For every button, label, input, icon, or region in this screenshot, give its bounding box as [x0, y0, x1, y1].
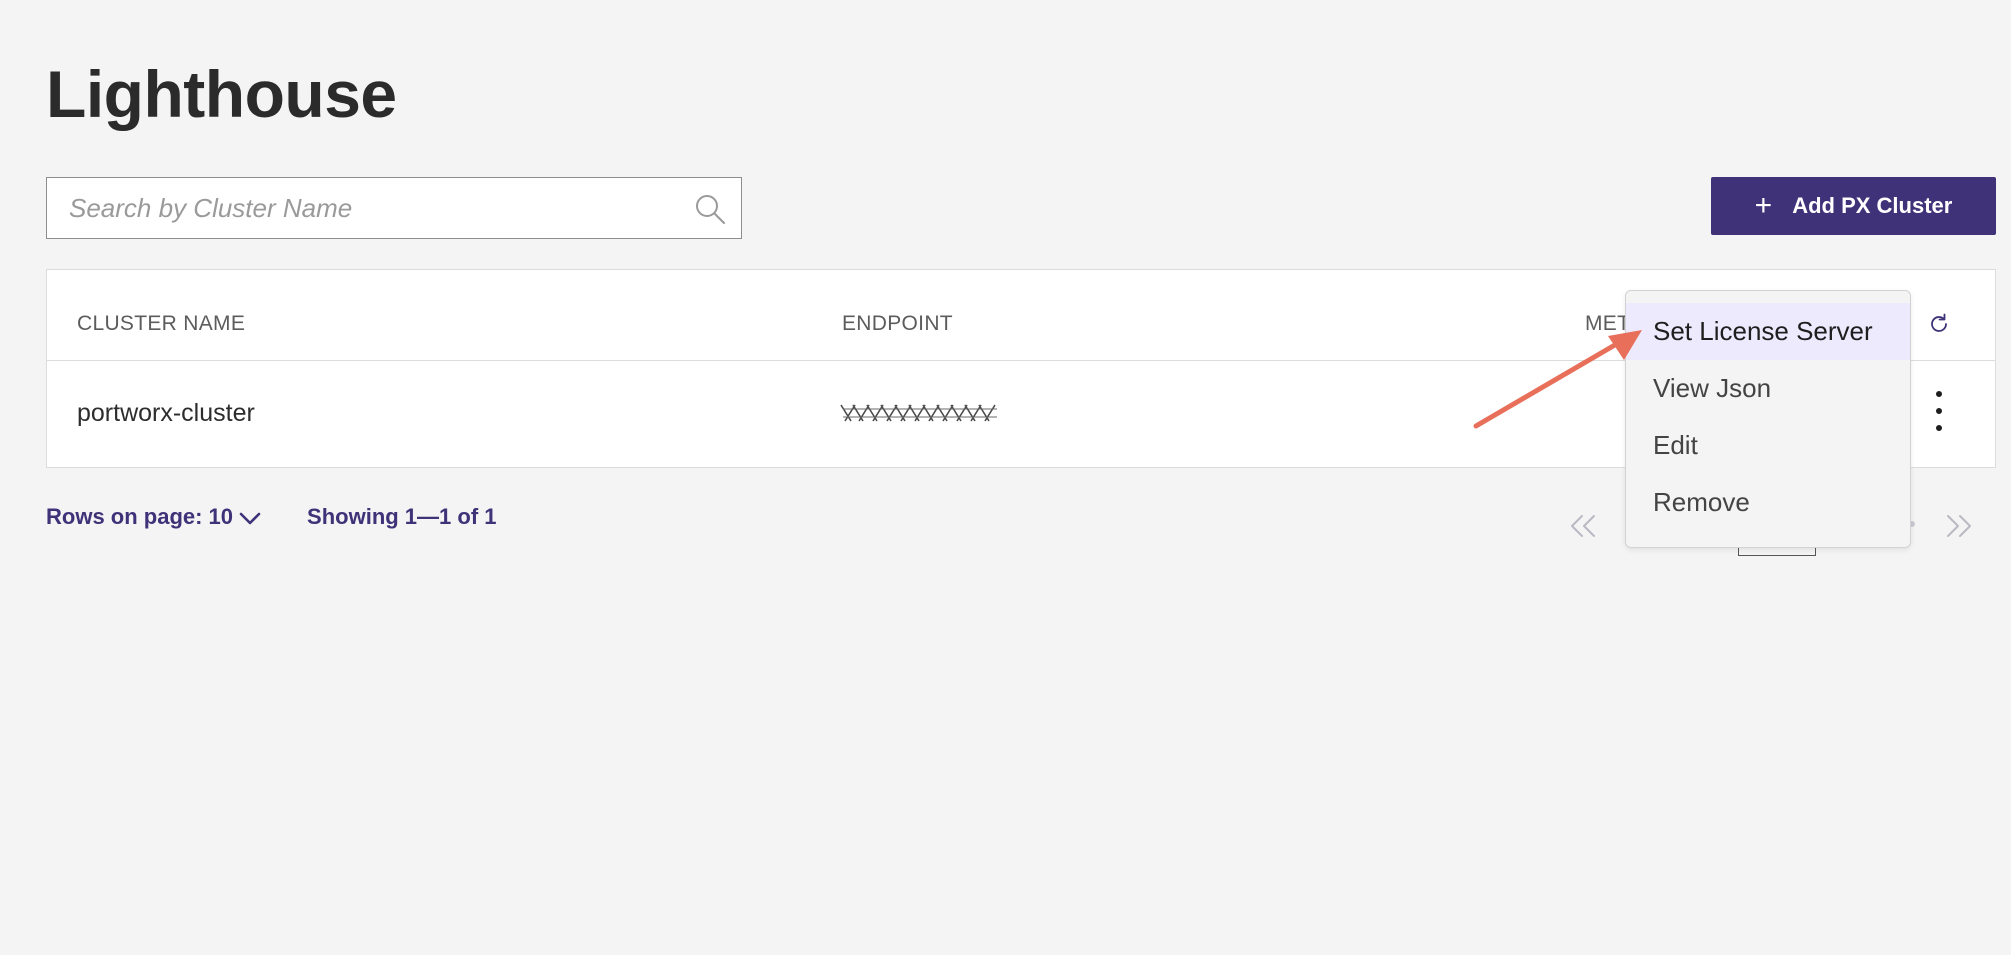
column-header-metrics[interactable]: MET [1585, 312, 1630, 336]
page-title: Lighthouse [46, 57, 397, 131]
rows-per-page-label: Rows on page: 10 [46, 504, 234, 529]
pagination-left: Rows on page: 10 Showing 1—1 of 1 [46, 504, 497, 530]
search-box [46, 177, 742, 239]
rows-per-page-select[interactable]: Rows on page: 10 [46, 504, 261, 530]
menu-item-set-license-server[interactable]: Set License Server [1626, 303, 1910, 360]
refresh-icon[interactable] [1927, 312, 1951, 336]
row-actions-menu: Set License Server View Json Edit Remove [1625, 290, 1911, 548]
add-px-cluster-label: Add PX Cluster [1792, 193, 1953, 218]
cluster-name-cell: portworx-cluster [77, 399, 255, 427]
first-page-icon[interactable] [1568, 513, 1598, 539]
add-px-cluster-button[interactable]: + Add PX Cluster [1711, 177, 1996, 235]
row-actions-kebab-icon[interactable] [1927, 391, 1951, 431]
menu-item-remove[interactable]: Remove [1626, 474, 1910, 531]
column-header-cluster-name[interactable]: CLUSTER NAME [77, 312, 245, 336]
plus-icon: + [1754, 189, 1773, 222]
redacted-endpoint [840, 404, 997, 422]
page: Lighthouse + Add PX Cluster CLUSTER NAME… [0, 0, 2011, 955]
search-icon[interactable] [693, 192, 727, 226]
menu-item-view-json[interactable]: View Json [1626, 360, 1910, 417]
chevron-down-icon [239, 512, 261, 525]
last-page-icon[interactable] [1944, 513, 1974, 539]
showing-count: Showing 1—1 of 1 [307, 504, 497, 529]
menu-item-edit[interactable]: Edit [1626, 417, 1910, 474]
search-input[interactable] [47, 178, 689, 238]
column-header-endpoint[interactable]: ENDPOINT [842, 312, 953, 336]
